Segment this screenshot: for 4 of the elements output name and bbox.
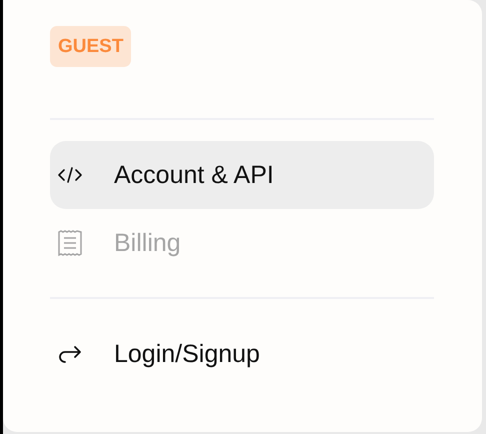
menu-item[interactable]: Account & API (50, 141, 434, 209)
receipt-icon (57, 230, 83, 256)
menu-item[interactable]: Login/Signup (50, 320, 434, 388)
guest-badge: GUEST (50, 26, 132, 67)
